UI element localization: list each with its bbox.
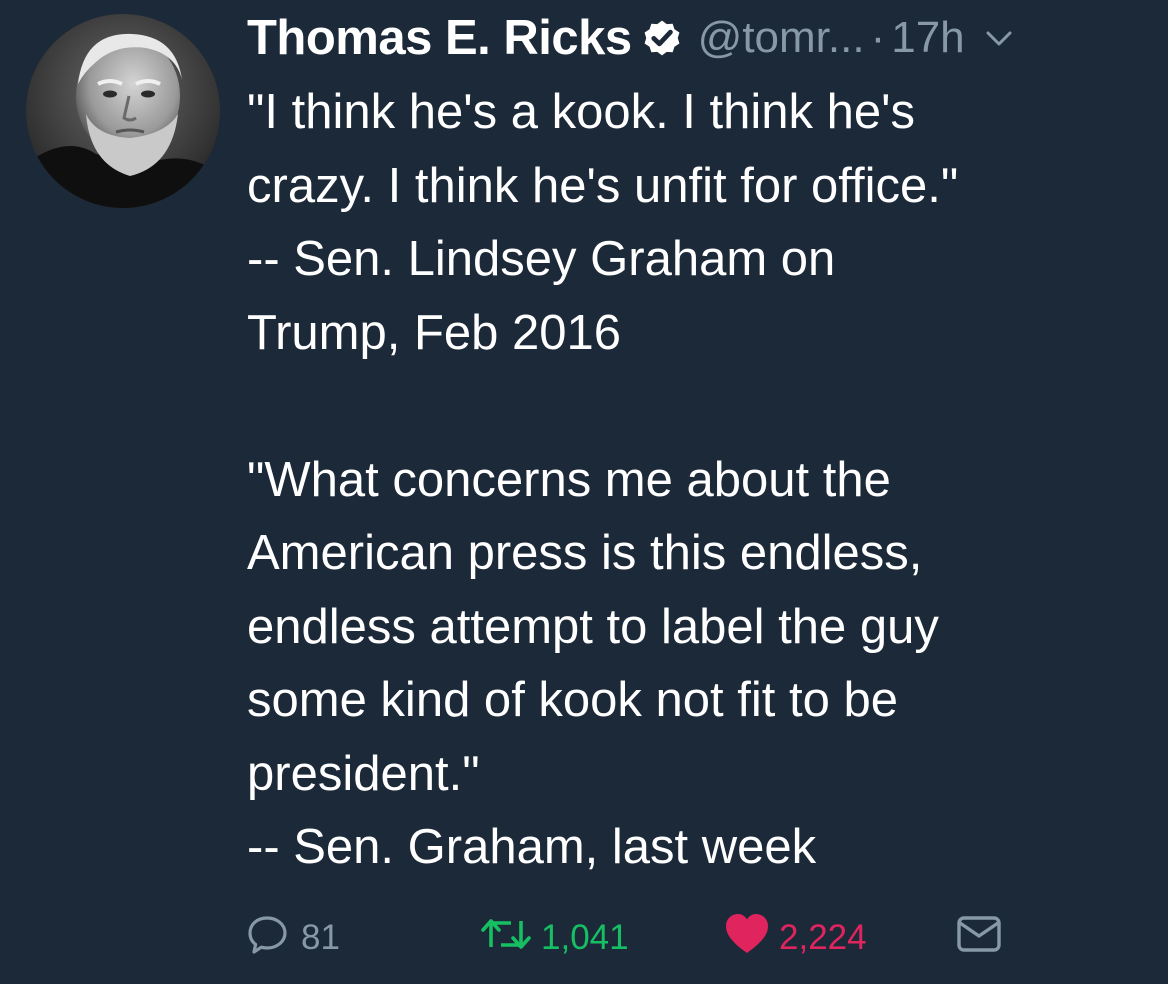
tweet-actions: 81 1,041 2,224 xyxy=(247,910,1047,966)
reply-count: 81 xyxy=(301,918,340,957)
avatar[interactable] xyxy=(26,14,220,208)
tweet-text: "I think he's a kook. I think he's crazy… xyxy=(247,85,959,874)
reply-bubble-icon xyxy=(247,911,293,966)
retweet-count: 1,041 xyxy=(541,918,629,957)
reply-button[interactable]: 81 xyxy=(247,910,340,966)
retweet-button[interactable]: 1,041 xyxy=(479,910,629,966)
like-button[interactable]: 2,224 xyxy=(723,910,867,966)
envelope-icon xyxy=(955,911,1003,966)
profile-photo xyxy=(26,14,220,208)
retweet-icon xyxy=(479,911,533,966)
direct-message-button[interactable] xyxy=(955,910,1003,966)
separator-dot: · xyxy=(870,13,886,62)
author-display-name[interactable]: Thomas E. Ricks xyxy=(247,10,632,66)
tweet-header: Thomas E. Ricks @tomr... · 17h xyxy=(247,8,1015,68)
heart-icon xyxy=(723,911,771,966)
like-count: 2,224 xyxy=(779,918,867,957)
tweet-timestamp[interactable]: 17h xyxy=(891,13,964,63)
author-handle[interactable]: @tomr... xyxy=(698,13,865,63)
verified-badge-icon xyxy=(640,16,684,60)
chevron-down-icon[interactable] xyxy=(983,22,1015,54)
